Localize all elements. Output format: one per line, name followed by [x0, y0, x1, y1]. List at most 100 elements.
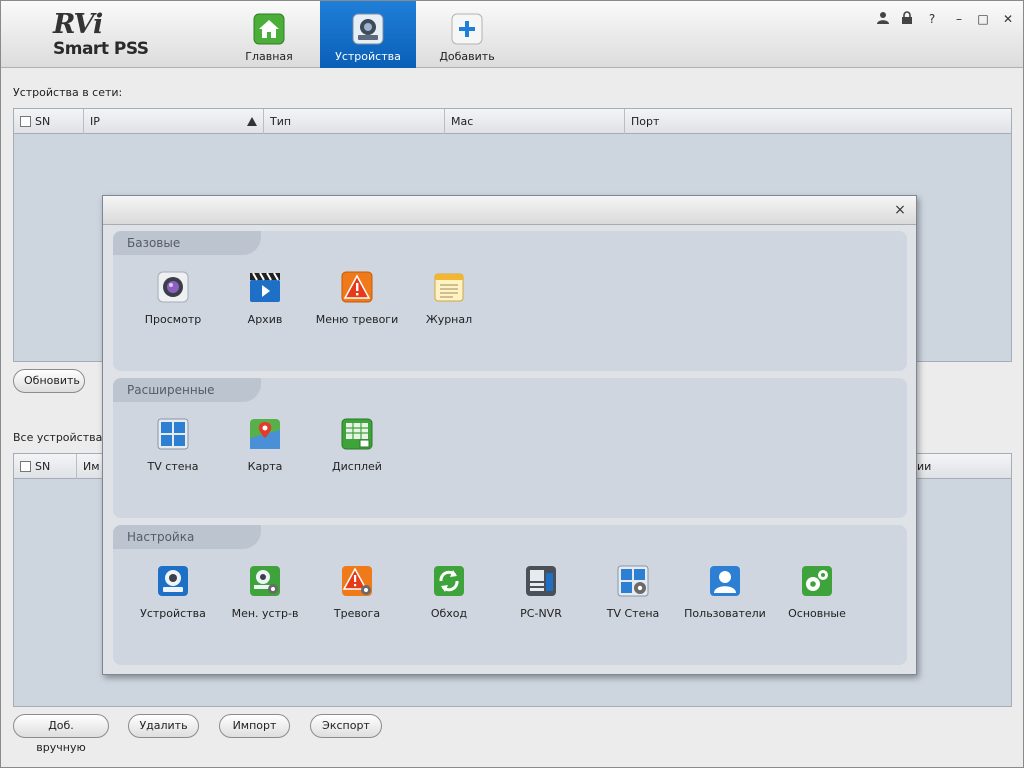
- user-icon[interactable]: [875, 11, 891, 27]
- sort-asc-icon: [247, 117, 257, 126]
- select-all-devices-checkbox[interactable]: [20, 461, 31, 472]
- general-gears-icon: [801, 565, 833, 597]
- tab-home-label: Главная: [245, 50, 293, 63]
- tile-display[interactable]: Дисплей: [309, 418, 405, 476]
- clapperboard-icon: [249, 271, 281, 303]
- delete-button[interactable]: Удалить: [128, 714, 199, 738]
- device-manager-icon: [249, 565, 281, 597]
- select-all-checkbox[interactable]: [20, 116, 31, 127]
- tile-archive-label: Архив: [247, 313, 283, 326]
- tile-log-label: Журнал: [425, 313, 473, 326]
- column-sn[interactable]: SN: [14, 109, 84, 134]
- column-sn-all[interactable]: SN: [14, 454, 77, 479]
- tile-device-manager[interactable]: Мен. устр-в: [217, 565, 313, 623]
- tile-display-label: Дисплей: [332, 460, 382, 473]
- log-notepad-icon: [433, 271, 465, 303]
- devices-icon: [352, 13, 384, 45]
- tab-devices[interactable]: Устройства: [320, 1, 416, 68]
- tile-map-label: Карта: [247, 460, 283, 473]
- tv-wall-icon: [157, 418, 189, 450]
- app-window: RVi Smart PSS Главная Устройства Добавит…: [0, 0, 1024, 768]
- tile-tv-wall-label: TV стена: [147, 460, 199, 473]
- maximize-button[interactable]: □: [975, 11, 991, 27]
- tile-tour[interactable]: Обход: [401, 565, 497, 623]
- lock-icon[interactable]: [899, 11, 915, 27]
- alarm-settings-icon: [341, 565, 373, 597]
- group-settings: Настройка Устройства Мен. устр-в Тревога: [113, 525, 907, 665]
- online-devices-label: Устройства в сети:: [13, 86, 123, 99]
- tile-device-manager-label: Мен. устр-в: [231, 607, 299, 620]
- alarm-warning-icon: [341, 271, 373, 303]
- map-pin-icon: [249, 418, 281, 450]
- tab-devices-label: Устройства: [335, 50, 401, 63]
- all-devices-label: Все устройства:: [13, 431, 107, 444]
- menu-title-bar: ×: [103, 196, 916, 225]
- device-camera-icon: [157, 565, 189, 597]
- column-sn-all-label: SN: [35, 460, 51, 473]
- tile-general-label: Основные: [788, 607, 846, 620]
- help-button[interactable]: ?: [924, 11, 940, 27]
- tile-tv-wall[interactable]: TV стена: [125, 418, 221, 476]
- group-advanced-title: Расширенные: [113, 378, 261, 402]
- logo-main: RVi: [53, 9, 103, 40]
- column-sn-label: SN: [35, 115, 51, 128]
- display-grid-icon: [341, 418, 373, 450]
- group-basic-title: Базовые: [113, 231, 261, 255]
- column-ip[interactable]: IP: [84, 109, 264, 134]
- column-ip-label: IP: [90, 115, 100, 128]
- tab-add[interactable]: Добавить: [419, 1, 515, 68]
- column-mac[interactable]: Mac: [445, 109, 625, 134]
- tile-tour-label: Обход: [430, 607, 468, 620]
- column-mac-label: Mac: [451, 115, 474, 128]
- tile-preview[interactable]: Просмотр: [125, 271, 221, 329]
- tile-archive[interactable]: Архив: [217, 271, 313, 329]
- group-advanced: Расширенные TV стена Карта Дисплей: [113, 378, 907, 518]
- home-icon: [253, 13, 285, 45]
- plus-icon: [451, 13, 483, 45]
- minimize-button[interactable]: –: [951, 11, 967, 27]
- column-type-label: Тип: [270, 115, 292, 128]
- tile-devices[interactable]: Устройства: [125, 565, 221, 623]
- column-last-label: ии: [917, 460, 932, 473]
- tile-preview-label: Просмотр: [144, 313, 202, 326]
- tour-refresh-icon: [433, 565, 465, 597]
- column-last[interactable]: ии: [911, 454, 1011, 479]
- tile-tv-wall-settings[interactable]: TV Стена: [585, 565, 681, 623]
- tile-pc-nvr[interactable]: PC-NVR: [493, 565, 589, 623]
- refresh-button[interactable]: Обновить: [13, 369, 85, 393]
- import-button[interactable]: Импорт: [219, 714, 290, 738]
- tab-home[interactable]: Главная: [221, 1, 317, 68]
- column-type[interactable]: Тип: [264, 109, 445, 134]
- export-button[interactable]: Экспорт: [310, 714, 382, 738]
- tile-alarm-settings[interactable]: Тревога: [309, 565, 405, 623]
- add-manual-button[interactable]: Доб. вручную: [13, 714, 109, 754]
- tile-devices-label: Устройства: [140, 607, 206, 620]
- main-menu-dialog: × Базовые Просмотр Архив Меню тревоги Жу…: [102, 195, 917, 675]
- tile-pc-nvr-label: PC-NVR: [520, 607, 562, 620]
- online-devices-header: SN IP Тип Mac Порт: [14, 109, 1011, 134]
- pc-nvr-icon: [525, 565, 557, 597]
- menu-close-button[interactable]: ×: [892, 202, 908, 218]
- tab-add-label: Добавить: [439, 50, 495, 63]
- logo: RVi Smart PSS: [51, 9, 161, 61]
- group-settings-title: Настройка: [113, 525, 261, 549]
- header-bar: RVi Smart PSS Главная Устройства Добавит…: [1, 1, 1023, 68]
- tile-log[interactable]: Журнал: [401, 271, 497, 329]
- tile-tv-wall-settings-label: TV Стена: [606, 607, 660, 620]
- tile-map[interactable]: Карта: [217, 418, 313, 476]
- tile-alarm-menu-label: Меню тревоги: [315, 313, 399, 326]
- tv-wall-settings-icon: [617, 565, 649, 597]
- column-name-label: Им: [83, 460, 100, 473]
- column-port[interactable]: Порт: [625, 109, 1011, 134]
- column-port-label: Порт: [631, 115, 660, 128]
- tile-general[interactable]: Основные: [769, 565, 865, 623]
- tile-alarm-menu[interactable]: Меню тревоги: [309, 271, 405, 329]
- tile-users-label: Пользователи: [684, 607, 766, 620]
- tile-alarm-settings-label: Тревога: [333, 607, 381, 620]
- logo-sub: Smart PSS: [53, 39, 149, 59]
- users-icon: [709, 565, 741, 597]
- camera-lens-icon: [157, 271, 189, 303]
- close-button[interactable]: ✕: [1000, 11, 1016, 27]
- tile-users[interactable]: Пользователи: [677, 565, 773, 623]
- group-basic: Базовые Просмотр Архив Меню тревоги Журн…: [113, 231, 907, 371]
